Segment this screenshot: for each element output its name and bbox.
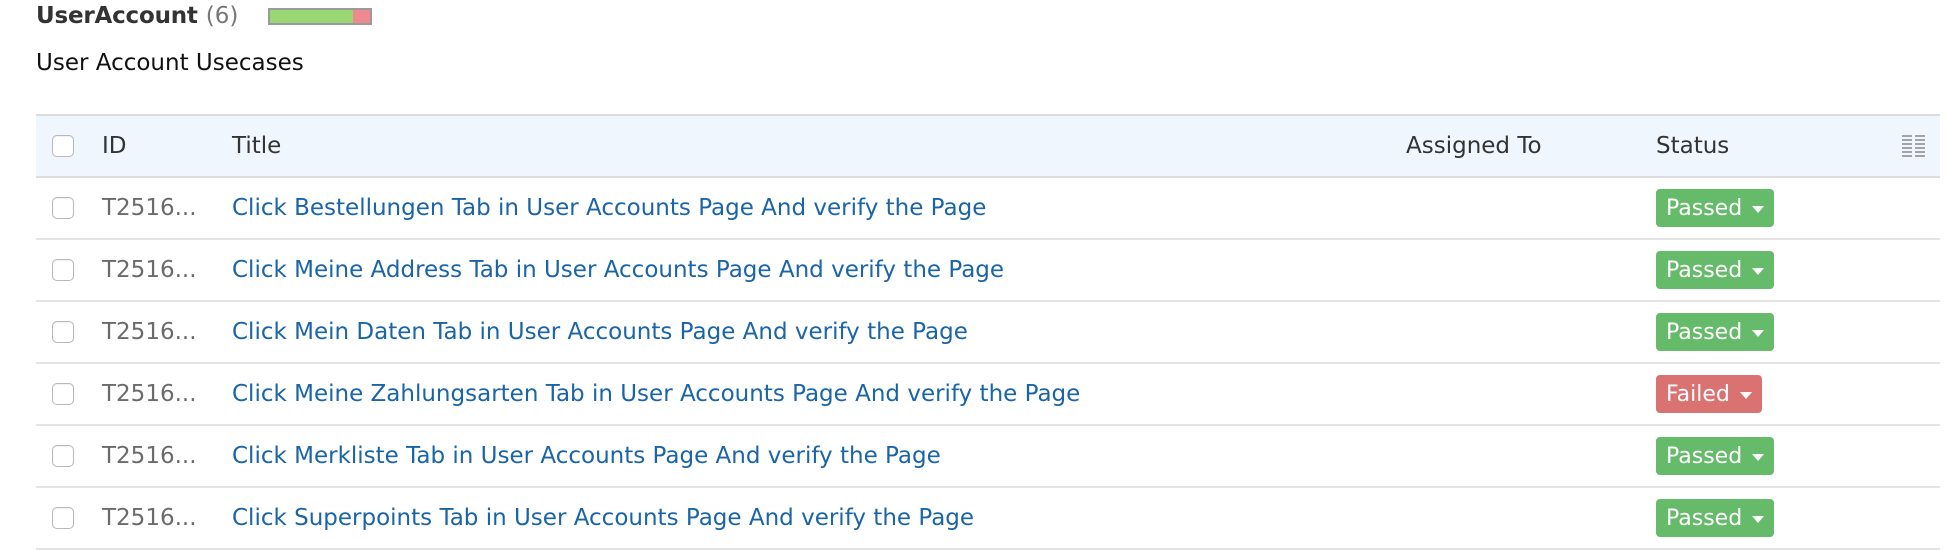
status-label: Failed — [1666, 381, 1730, 407]
row-title-link[interactable]: Click Bestellungen Tab in User Accounts … — [232, 195, 986, 221]
row-id: T2516... — [102, 443, 197, 469]
caret-down-icon — [1752, 454, 1765, 461]
status-label: Passed — [1666, 505, 1743, 531]
status-label: Passed — [1666, 319, 1743, 345]
tests-table: ID Title Assigned To Status T2516... Cli… — [36, 114, 1940, 550]
row-title-link[interactable]: Click Mein Daten Tab in User Accounts Pa… — [232, 319, 968, 345]
columns-icon[interactable] — [1901, 134, 1925, 158]
table-row: T2516... Click Mein Daten Tab in User Ac… — [36, 302, 1940, 364]
table-row: T2516... Click Meine Zahlungsarten Tab i… — [36, 364, 1940, 426]
row-checkbox[interactable] — [52, 445, 74, 467]
status-label: Passed — [1666, 443, 1743, 469]
section-title: UserAccount — [36, 3, 198, 29]
section-header: UserAccount (6) — [36, 0, 238, 32]
column-header-id[interactable]: ID — [102, 116, 222, 176]
row-id: T2516... — [102, 319, 197, 345]
column-header-status[interactable]: Status — [1656, 116, 1876, 176]
column-header-title[interactable]: Title — [232, 116, 1382, 176]
status-dropdown[interactable]: Passed — [1656, 189, 1775, 227]
table-row: T2516... Click Superpoints Tab in User A… — [36, 488, 1940, 550]
row-checkbox[interactable] — [52, 383, 74, 405]
section-progress-bar — [268, 8, 372, 25]
row-checkbox[interactable] — [52, 321, 74, 343]
row-title-link[interactable]: Click Meine Address Tab in User Accounts… — [232, 257, 1004, 283]
section-count: (6) — [205, 3, 239, 29]
caret-down-icon — [1752, 206, 1765, 213]
table-body: T2516... Click Bestellungen Tab in User … — [36, 178, 1940, 550]
column-header-assigned-to[interactable]: Assigned To — [1406, 116, 1636, 176]
progress-passed-segment — [270, 10, 354, 23]
row-title-link[interactable]: Click Meine Zahlungsarten Tab in User Ac… — [232, 381, 1080, 407]
row-id: T2516... — [102, 195, 197, 221]
row-id: T2516... — [102, 257, 197, 283]
row-title-link[interactable]: Click Merkliste Tab in User Accounts Pag… — [232, 443, 941, 469]
status-label: Passed — [1666, 195, 1743, 221]
table-row: T2516... Click Bestellungen Tab in User … — [36, 178, 1940, 240]
row-checkbox[interactable] — [52, 507, 74, 529]
caret-down-icon — [1752, 268, 1765, 275]
row-checkbox[interactable] — [52, 197, 74, 219]
row-id: T2516... — [102, 505, 197, 531]
status-dropdown[interactable]: Passed — [1656, 313, 1775, 351]
status-label: Passed — [1666, 257, 1743, 283]
section-description: User Account Usecases — [36, 50, 304, 76]
status-dropdown[interactable]: Passed — [1656, 437, 1775, 475]
caret-down-icon — [1739, 392, 1752, 399]
caret-down-icon — [1752, 516, 1765, 523]
status-dropdown[interactable]: Passed — [1656, 499, 1775, 537]
table-row: T2516... Click Meine Address Tab in User… — [36, 240, 1940, 302]
status-dropdown[interactable]: Failed — [1656, 375, 1762, 413]
caret-down-icon — [1752, 330, 1765, 337]
progress-failed-segment — [353, 10, 370, 23]
row-checkbox[interactable] — [52, 259, 74, 281]
row-id: T2516... — [102, 381, 197, 407]
row-title-link[interactable]: Click Superpoints Tab in User Accounts P… — [232, 505, 974, 531]
table-row: T2516... Click Merkliste Tab in User Acc… — [36, 426, 1940, 488]
status-dropdown[interactable]: Passed — [1656, 251, 1775, 289]
table-header: ID Title Assigned To Status — [36, 114, 1940, 178]
select-all-checkbox[interactable] — [52, 135, 74, 157]
